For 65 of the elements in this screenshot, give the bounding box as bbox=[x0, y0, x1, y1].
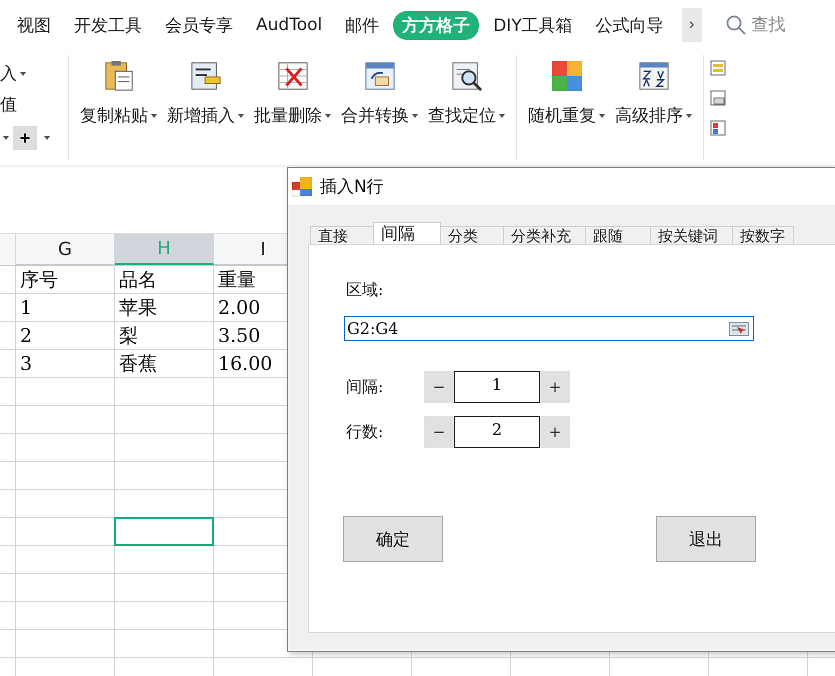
range-select-icon bbox=[729, 322, 749, 336]
table-cell-text: 重量 bbox=[218, 268, 256, 293]
ribbon-tab[interactable]: 邮件 bbox=[336, 10, 388, 40]
ribbon-tab[interactable]: AudTool bbox=[247, 12, 332, 38]
app-icon bbox=[292, 176, 314, 196]
ribbon-tool-button[interactable]: 新增插入 bbox=[162, 50, 249, 127]
ribbon-tab[interactable]: 视图 bbox=[8, 10, 60, 40]
sort-icon bbox=[638, 60, 670, 92]
dialog-tab[interactable]: 分类 bbox=[440, 226, 504, 244]
ribbon-tab[interactable]: 开发工具 bbox=[65, 10, 151, 40]
dialog-button[interactable]: 确定 bbox=[343, 516, 443, 562]
table-insert-icon bbox=[190, 60, 222, 92]
magnifier-table-icon bbox=[450, 60, 482, 92]
color-grid-icon bbox=[550, 60, 582, 92]
table-delete-icon bbox=[276, 60, 308, 92]
window-title: 插入N行 bbox=[320, 176, 384, 198]
ribbon-tool-button[interactable]: 复制粘贴 bbox=[75, 50, 162, 127]
dialog-tab[interactable]: 间隔 bbox=[373, 222, 441, 244]
table-cell-text: 梨 bbox=[119, 324, 138, 349]
region-input-field[interactable]: G2:G4 bbox=[344, 316, 754, 341]
dialog-tab[interactable]: 直接 bbox=[310, 226, 374, 244]
active-cell[interactable] bbox=[114, 517, 214, 546]
table-merge-icon bbox=[364, 60, 396, 92]
search-field[interactable]: 查找 bbox=[726, 14, 814, 36]
table-cell: 1 bbox=[20, 297, 32, 319]
more-tabs-button[interactable]: › bbox=[682, 8, 702, 42]
ribbon-tool-button[interactable]: 随机重复 bbox=[523, 50, 610, 127]
ribbon-tool-button[interactable]: 批量删除 bbox=[249, 50, 336, 127]
decrement-button[interactable]: − bbox=[424, 371, 454, 403]
table-icon bbox=[710, 90, 726, 106]
spinner-label: 行数: bbox=[346, 422, 384, 442]
ribbon-item[interactable]: 入 bbox=[0, 62, 62, 85]
ribbon-tab[interactable]: 公式向导 bbox=[586, 10, 673, 40]
dialog-tab[interactable]: 按关键词 bbox=[650, 226, 733, 244]
table-cell: 3 bbox=[20, 353, 32, 375]
ribbon-tab[interactable]: 会员专享 bbox=[156, 10, 242, 40]
table-cell: 2 bbox=[20, 325, 32, 347]
table-cell: 3.50 bbox=[218, 325, 260, 347]
table-cell-text: 苹果 bbox=[119, 296, 157, 321]
table-cell-text: 香蕉 bbox=[119, 352, 157, 377]
spinner-label: 间隔: bbox=[346, 376, 384, 398]
add-button[interactable]: + bbox=[13, 126, 37, 150]
ribbon-tool-button[interactable]: 高级排序 bbox=[610, 50, 697, 127]
table-cell-text: 品名 bbox=[119, 268, 157, 293]
table-icon bbox=[710, 60, 726, 76]
number-field[interactable]: 2 bbox=[454, 416, 540, 448]
table-cell: 2.00 bbox=[218, 297, 260, 319]
clipboard-icon bbox=[102, 60, 134, 92]
ribbon-item[interactable]: 值 bbox=[0, 93, 62, 116]
number-field[interactable]: 1 bbox=[454, 371, 540, 403]
dialog-button[interactable]: 退出 bbox=[656, 516, 756, 562]
ribbon-tool-button[interactable]: 查找定位 bbox=[423, 50, 510, 127]
dialog-tab[interactable]: 分类补充 bbox=[503, 226, 586, 244]
ribbon-tool-button[interactable]: 合并转换 bbox=[336, 50, 423, 127]
decrement-button[interactable]: − bbox=[424, 416, 454, 448]
table-cell: 16.00 bbox=[218, 353, 272, 375]
increment-button[interactable]: + bbox=[540, 371, 570, 403]
ribbon-tab[interactable]: DIY工具箱 bbox=[484, 10, 582, 40]
dialog-tab[interactable]: 按数字 bbox=[732, 226, 794, 244]
region-label: 区域: bbox=[346, 280, 384, 301]
search-icon bbox=[726, 15, 746, 35]
dialog-tab[interactable]: 跟随 bbox=[585, 226, 651, 244]
table-cell-text: 序号 bbox=[20, 268, 58, 293]
table-icon bbox=[710, 120, 726, 136]
increment-button[interactable]: + bbox=[540, 416, 570, 448]
